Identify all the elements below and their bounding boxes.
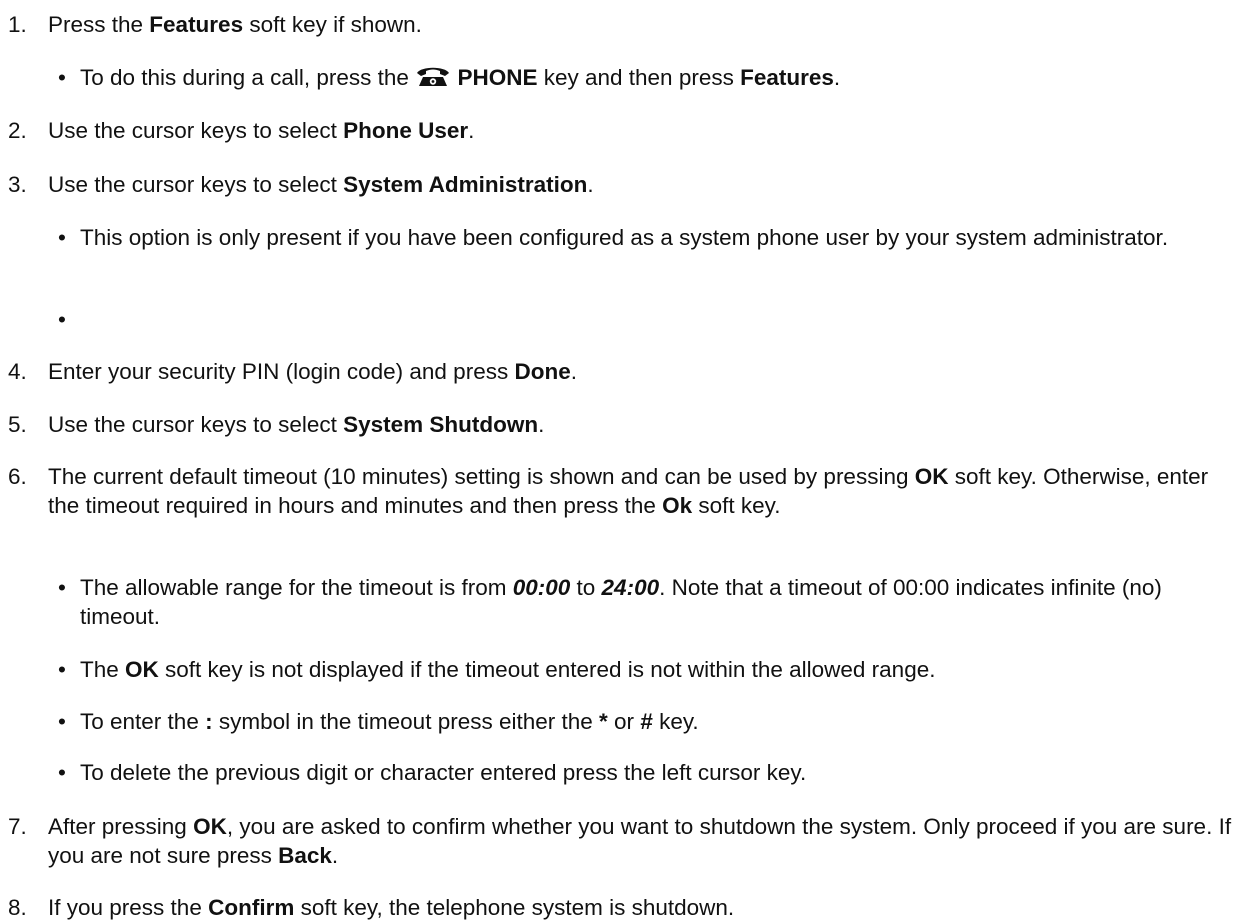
step-text: If you press the Confirm soft key, the t… (48, 895, 735, 920)
step-number: 3. (8, 172, 27, 197)
step-number: 1. (8, 12, 27, 37)
step-number: 4. (8, 359, 27, 384)
bullet-marker: • (58, 760, 66, 785)
step-number: 2. (8, 118, 27, 143)
step-number: 7. (8, 814, 27, 839)
bullet-marker: • (58, 225, 66, 250)
bullet-marker: • (58, 65, 66, 90)
step-text: Use the cursor keys to select Phone User… (48, 118, 475, 143)
bullet-marker: • (58, 307, 66, 332)
step-text: Enter your security PIN (login code) and… (48, 359, 577, 384)
bullet-text: To enter the : symbol in the timeout pre… (80, 709, 699, 734)
bullet-marker: • (58, 709, 66, 734)
bullet-text: To delete the previous digit or characte… (80, 760, 807, 785)
bullet-marker: • (58, 657, 66, 682)
bullet-text: The allowable range for the timeout is f… (80, 575, 1162, 629)
step-text: Use the cursor keys to select System Shu… (48, 412, 545, 437)
phone-icon (415, 64, 451, 88)
bullet-text: The OK soft key is not displayed if the … (80, 657, 936, 682)
step-number: 8. (8, 895, 27, 920)
bullet-marker: • (58, 575, 66, 600)
step-number: 5. (8, 412, 27, 437)
step-text: Use the cursor keys to select System Adm… (48, 172, 594, 197)
step-text: After pressing OK, you are asked to conf… (48, 814, 1232, 868)
bullet-text: This option is only present if you have … (80, 225, 1169, 250)
instruction-document: 1. Press the Features soft key if shown.… (0, 0, 1241, 920)
bullet-text: To do this during a call, press the PHON… (80, 64, 841, 90)
step-number: 6. (8, 464, 27, 489)
step-text: Press the Features soft key if shown. (48, 12, 422, 37)
step-text: The current default timeout (10 minutes)… (48, 464, 1209, 518)
